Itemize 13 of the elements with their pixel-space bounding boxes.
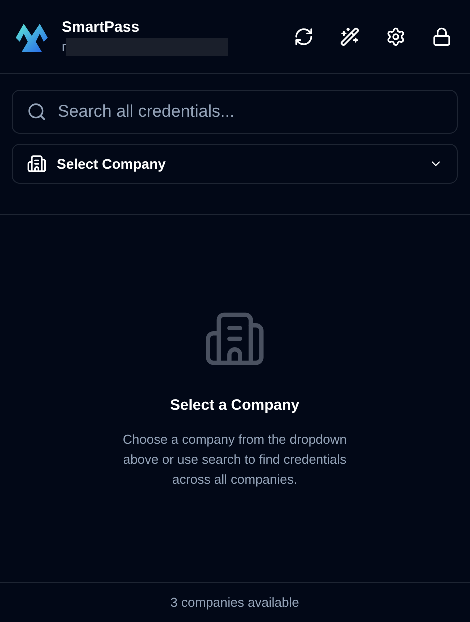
empty-state-title: Select a Company bbox=[170, 396, 300, 416]
building-icon bbox=[27, 154, 47, 174]
refresh-button[interactable] bbox=[294, 26, 314, 46]
search-field[interactable]: Search all credentials... bbox=[12, 90, 458, 134]
companies-count: 3 companies available bbox=[170, 594, 300, 612]
app-title: SmartPass bbox=[62, 18, 141, 38]
empty-state-message: Choose a company from the dropdown above or use search to find credentials across all companies. bbox=[122, 430, 348, 489]
account-subtitle: r bbox=[62, 38, 66, 56]
company-dropdown[interactable]: Select Company bbox=[12, 144, 458, 184]
lock-button[interactable] bbox=[432, 26, 452, 46]
search-icon bbox=[27, 102, 47, 122]
settings-button[interactable] bbox=[386, 26, 406, 46]
magic-wand-button[interactable] bbox=[340, 26, 360, 46]
